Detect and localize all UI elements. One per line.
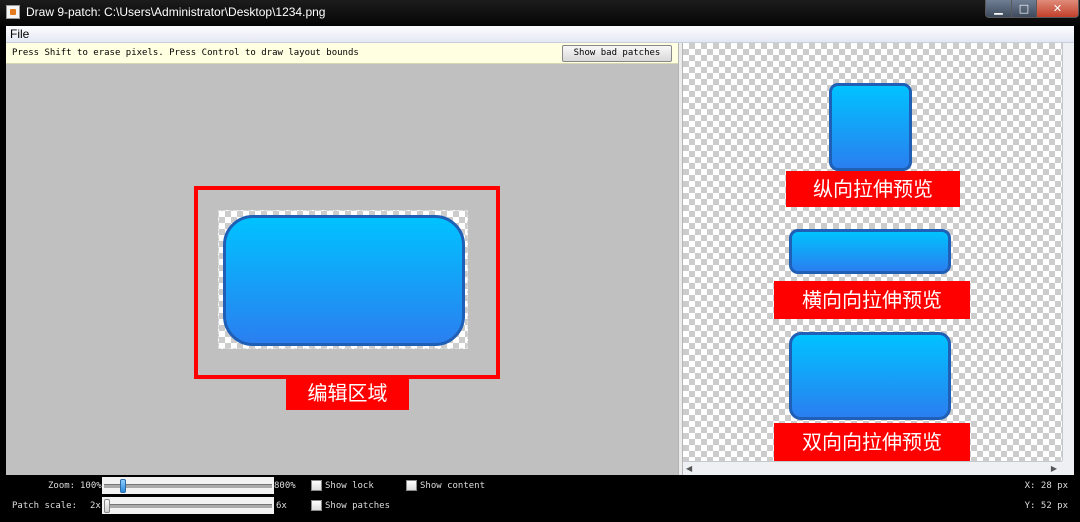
- zoom-label: Zoom:: [48, 481, 76, 491]
- status-bar: Zoom: 100% 800% Patch scale: 2x 6x Show …: [6, 475, 1074, 515]
- show-lock-label: Show lock: [325, 481, 374, 491]
- show-lock-checkbox[interactable]: [311, 480, 322, 491]
- show-patches-label: Show patches: [325, 501, 391, 511]
- edit-area-annotation-frame: [194, 186, 500, 379]
- preview-vertical-scrollbar[interactable]: [1062, 43, 1074, 461]
- both-stretch-label: 双向向拉伸预览: [774, 423, 970, 461]
- show-bad-patches-button[interactable]: Show bad patches: [562, 45, 672, 62]
- preview-panel: 纵向拉伸预览 横向向拉伸预览 双向向拉伸预览: [683, 43, 1062, 461]
- vertical-stretch-preview: [829, 83, 912, 171]
- zoom-slider-thumb[interactable]: [120, 479, 127, 493]
- title-bar: Draw 9-patch: C:\Users\Administrator\Des…: [0, 0, 1080, 26]
- show-content-checkbox[interactable]: [406, 480, 417, 491]
- close-button[interactable]: ✕: [1036, 0, 1079, 18]
- menu-bar: File: [6, 26, 1074, 43]
- java-app-icon: [6, 5, 20, 19]
- patch-scale-slider-thumb[interactable]: [104, 499, 110, 513]
- patch-scale-max-label: 6x: [276, 501, 287, 511]
- hint-bar: Press Shift to erase pixels. Press Contr…: [6, 43, 678, 64]
- show-content-label: Show content: [420, 481, 486, 491]
- y-coordinate-readout: Y: 52 px: [1024, 501, 1068, 511]
- zoom-min-label: 100%: [80, 481, 102, 491]
- vertical-stretch-label: 纵向拉伸预览: [786, 171, 960, 207]
- horizontal-stretch-label: 横向向拉伸预览: [774, 281, 970, 319]
- patch-scale-slider[interactable]: [102, 497, 274, 514]
- patch-scale-label: Patch scale:: [12, 501, 78, 511]
- hint-text: Press Shift to erase pixels. Press Contr…: [12, 48, 359, 58]
- patch-scale-min-label: 2x: [90, 501, 101, 511]
- menu-file[interactable]: File: [10, 27, 29, 41]
- scroll-right-icon[interactable]: ▶: [1051, 464, 1057, 473]
- maximize-button[interactable]: □: [1011, 0, 1037, 18]
- window-title: Draw 9-patch: C:\Users\Administrator\Des…: [26, 5, 326, 19]
- horizontal-stretch-preview: [789, 229, 951, 274]
- scrollbar-corner: [1062, 461, 1074, 475]
- show-patches-checkbox[interactable]: [311, 500, 322, 511]
- x-coordinate-readout: X: 28 px: [1024, 481, 1068, 491]
- edit-area-label: 编辑区域: [286, 376, 409, 410]
- zoom-slider[interactable]: [102, 477, 274, 494]
- both-stretch-preview: [789, 332, 951, 420]
- preview-horizontal-scrollbar[interactable]: ◀ ▶: [683, 461, 1062, 475]
- scroll-left-icon[interactable]: ◀: [686, 464, 692, 473]
- editor-panel[interactable]: Press Shift to erase pixels. Press Contr…: [6, 43, 678, 475]
- zoom-max-label: 800%: [274, 481, 296, 491]
- minimize-button[interactable]: ▁: [985, 0, 1012, 18]
